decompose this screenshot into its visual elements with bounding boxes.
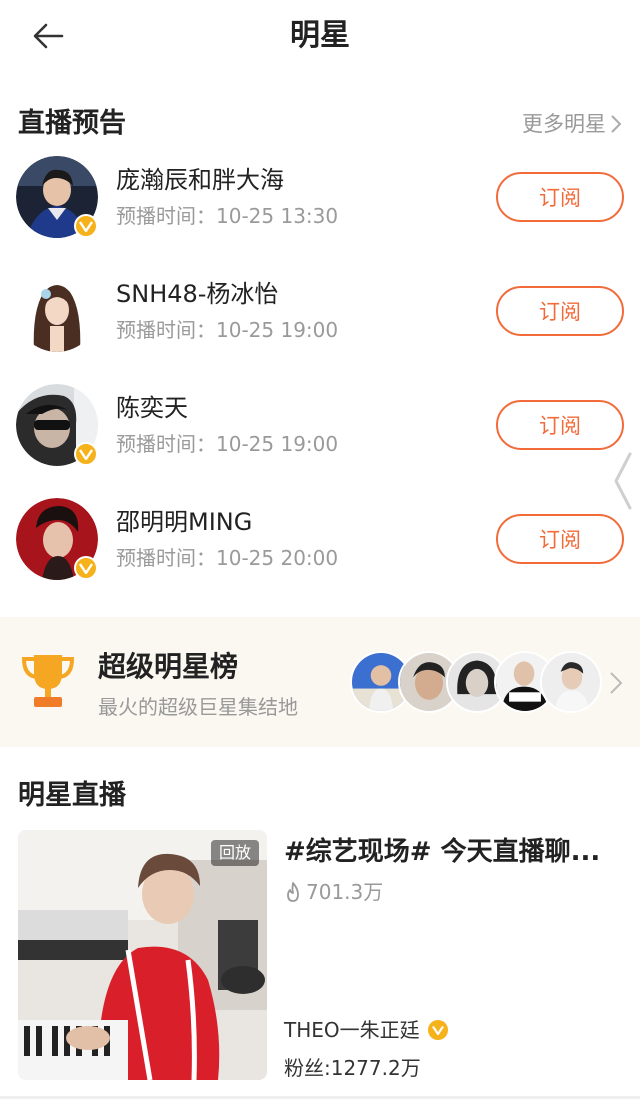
flame-icon (287, 882, 299, 902)
live-thumbnail[interactable]: 回放 (18, 830, 267, 1080)
verified-badge-icon (427, 1020, 448, 1040)
section-title-live: 明星直播 (18, 780, 126, 811)
avatar (540, 651, 602, 713)
avatar[interactable] (16, 384, 98, 466)
verified-badge-icon (74, 214, 98, 238)
more-stars-link[interactable]: 更多明星 (522, 108, 622, 140)
star-name[interactable]: SNH48-杨冰怡 (116, 278, 278, 310)
preview-time: 预播时间：10-25 13:30 (116, 204, 339, 228)
verified-badge-icon (74, 442, 98, 466)
banner-title: 超级明星榜 (98, 650, 239, 683)
preview-time: 预播时间：10-25 19:00 (116, 318, 339, 342)
subscribe-button[interactable]: 订阅 (496, 514, 624, 564)
banner-avatar-stack (350, 651, 602, 713)
subscribe-button[interactable]: 订阅 (496, 172, 624, 222)
side-drawer-handle[interactable] (608, 450, 636, 512)
host-name: THEO一朱正廷 (284, 1018, 420, 1042)
avatar[interactable] (16, 498, 98, 580)
verified-badge-icon (74, 556, 98, 580)
star-name[interactable]: 庞瀚辰和胖大海 (116, 164, 284, 196)
live-title[interactable]: #综艺现场# 今天直播聊... (284, 834, 624, 870)
fan-count: 粉丝:1277.2万 (284, 1056, 421, 1080)
preview-item[interactable]: 陈奕天 预播时间：10-25 19:00 订阅 (0, 384, 640, 498)
more-stars-label: 更多明星 (522, 112, 606, 136)
avatar-image (16, 270, 98, 352)
live-cover-image (18, 830, 267, 1080)
preview-time: 预播时间：10-25 20:00 (116, 546, 339, 570)
avatar[interactable] (16, 156, 98, 238)
chevron-right-icon (610, 672, 623, 694)
view-count: 701.3万 (306, 880, 384, 904)
page-title: 明星 (290, 18, 350, 53)
star-name[interactable]: 邵明明MING (116, 506, 252, 538)
subscribe-button[interactable]: 订阅 (496, 286, 624, 336)
live-views: 701.3万 (284, 878, 383, 906)
chevron-left-icon (614, 452, 632, 510)
top-bar: 明星 (0, 0, 640, 76)
super-star-ranking-banner[interactable]: 超级明星榜 最火的超级巨星集结地 (0, 617, 640, 747)
preview-time: 预播时间：10-25 19:00 (116, 432, 339, 456)
star-name[interactable]: 陈奕天 (116, 392, 188, 424)
replay-badge: 回放 (210, 840, 259, 866)
subscribe-button[interactable]: 订阅 (496, 400, 624, 450)
preview-item[interactable]: 邵明明MING 预播时间：10-25 20:00 订阅 (0, 498, 640, 612)
preview-item[interactable]: SNH48-杨冰怡 预播时间：10-25 19:00 订阅 (0, 270, 640, 384)
preview-item[interactable]: 庞瀚辰和胖大海 预播时间：10-25 13:30 订阅 (0, 156, 640, 270)
section-title-preview: 直播预告 (18, 108, 126, 139)
host-link[interactable]: THEO一朱正廷 (284, 1016, 448, 1044)
chevron-right-icon (611, 115, 622, 133)
trophy-icon (21, 655, 75, 707)
banner-subtitle: 最火的超级巨星集结地 (98, 695, 298, 719)
avatar[interactable] (16, 270, 98, 352)
